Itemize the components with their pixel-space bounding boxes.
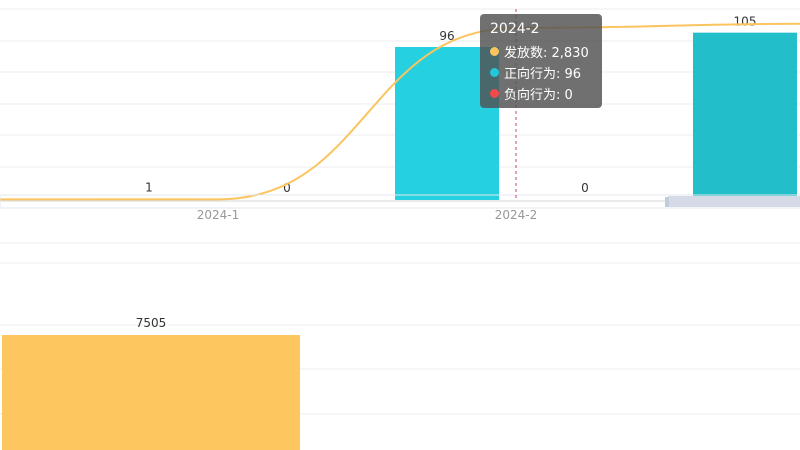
tooltip-title: 2024-2	[490, 21, 540, 37]
tooltip-label-negative: 负向行为: 0	[504, 88, 573, 103]
chart-canvas: 196105002024-12024-227505	[0, 8, 800, 450]
bar-positive-2024-3	[693, 32, 797, 200]
chart-tooltip: 2024-2 发放数: 2,830 正向行为: 96 负向行为: 0	[480, 14, 602, 108]
tooltip-row-negative: 负向行为: 0	[490, 83, 592, 104]
datazoom-selection	[668, 196, 800, 207]
bar-label-positive-2024-1: 1	[145, 180, 153, 194]
tooltip-dot-positive	[490, 68, 499, 77]
bar-label-positive-2024-3: 105	[734, 15, 757, 29]
bar-label-bottom-0: 7505	[136, 316, 167, 330]
tooltip-label-positive: 正向行为: 96	[504, 67, 582, 82]
tooltip-row-positive: 正向行为: 96	[490, 62, 592, 83]
bar-bottom-0	[2, 335, 300, 450]
tooltip-row-issued: 发放数: 2,830	[490, 41, 592, 62]
tooltip-dot-issued	[490, 47, 499, 56]
x-tick-label-0: 2024-1	[197, 208, 240, 222]
datazoom-handle	[665, 197, 669, 207]
tooltip-dot-negative	[490, 89, 499, 98]
x-tick-label-1: 2024-2	[495, 208, 538, 222]
tooltip-label-issued: 发放数: 2,830	[504, 46, 589, 61]
bar-label-negative-2024-2: 0	[581, 181, 589, 195]
